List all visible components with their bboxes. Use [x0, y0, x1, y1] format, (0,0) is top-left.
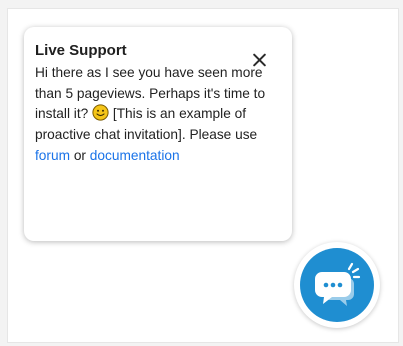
slightly-smiling-face-icon: [92, 104, 109, 122]
chat-bubbles-icon: [315, 262, 361, 306]
chat-launcher-circle: [300, 248, 374, 322]
documentation-link[interactable]: documentation: [90, 148, 180, 163]
chat-invitation-popup: Live Support Hi there as I see you have …: [24, 27, 292, 241]
invitation-connector: or: [73, 147, 86, 163]
forum-link[interactable]: forum: [35, 148, 70, 163]
close-icon[interactable]: [250, 51, 268, 69]
invitation-message: Hi there as I see you have seen more tha…: [35, 63, 274, 167]
chat-launcher-button[interactable]: [294, 242, 380, 328]
invitation-title: Live Support: [35, 42, 127, 59]
